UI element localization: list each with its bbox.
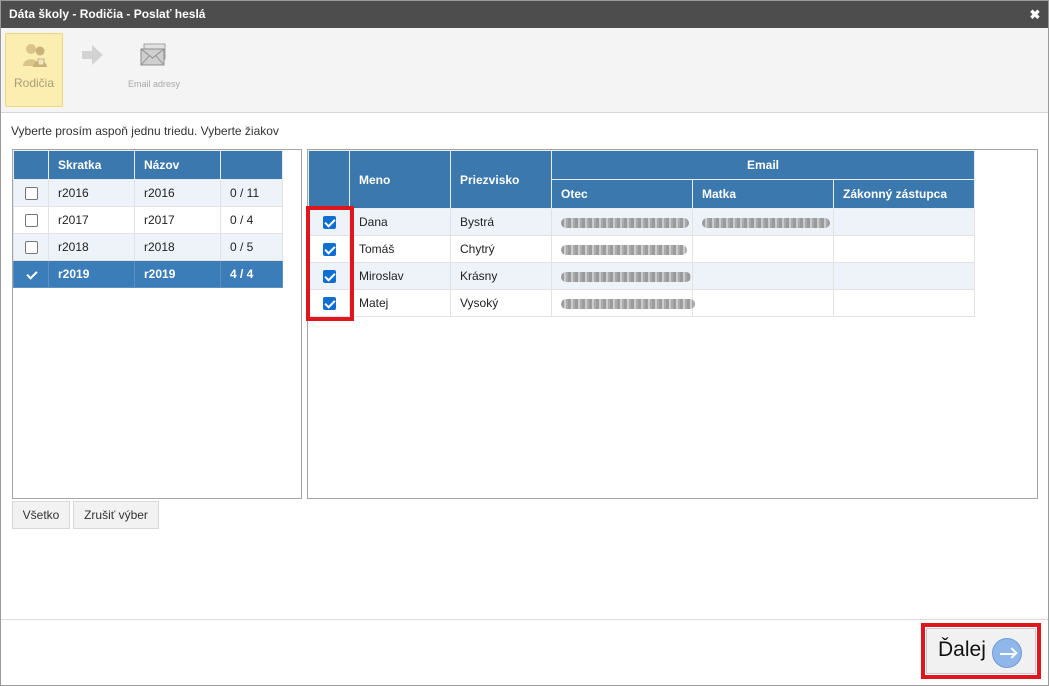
class-row[interactable]: r2016 r2016 0 / 11	[13, 179, 283, 207]
students-table: Meno Priezvisko Email Otec Matka Zákonný…	[308, 150, 976, 317]
classes-header-count	[220, 150, 283, 180]
send-passwords-dialog: Dáta školy - Rodičia - Poslať heslá ✖ Ro…	[0, 0, 1049, 686]
students-header-mother[interactable]: Matka	[692, 179, 834, 209]
guardian-email	[832, 289, 976, 317]
students-panel: Meno Priezvisko Email Otec Matka Zákonný…	[307, 149, 1038, 499]
class-checkbox[interactable]	[24, 214, 38, 228]
wizard-step-email[interactable]: Email adresy	[121, 33, 187, 107]
wizard-toolbar: Rodičia Email adresy	[1, 28, 1048, 113]
redacted-email	[561, 244, 687, 255]
father-email	[551, 235, 693, 263]
classes-header-name[interactable]: Názov	[134, 150, 221, 180]
father-email	[551, 289, 695, 317]
students-header-email: Email	[550, 150, 976, 180]
class-row[interactable]: r2017 r2017 0 / 4	[13, 206, 283, 234]
students-header-guardian[interactable]: Zákonný zástupca	[832, 179, 976, 209]
class-row[interactable]: r2019 r2019 4 / 4	[13, 260, 283, 288]
close-icon[interactable]: ✖	[1029, 1, 1041, 28]
redacted-email	[702, 217, 830, 228]
select-all-button[interactable]: Všetko	[12, 501, 70, 529]
instruction-text: Vyberte prosím aspoň jednu triedu. Vyber…	[11, 124, 279, 138]
guardian-email	[832, 262, 976, 290]
classes-panel: Skratka Názov r2016 r2016 0 / 11 r2017 r…	[12, 149, 302, 499]
class-name: r2017	[134, 206, 221, 234]
class-name: r2019	[134, 260, 221, 288]
class-name: r2016	[134, 179, 221, 207]
student-row[interactable]: Matej Vysoký	[308, 289, 976, 317]
redacted-email	[561, 271, 691, 282]
student-first-name: Miroslav	[349, 262, 451, 290]
students-header-father[interactable]: Otec	[551, 179, 693, 209]
class-short: r2018	[48, 233, 135, 261]
wizard-step-parents[interactable]: Rodičia	[5, 33, 63, 107]
student-last-name: Krásny	[450, 262, 552, 290]
class-count: 0 / 11	[220, 179, 283, 207]
student-row[interactable]: Miroslav Krásny	[308, 262, 976, 290]
class-count: 4 / 4	[220, 260, 283, 288]
classes-table: Skratka Názov r2016 r2016 0 / 11 r2017 r…	[13, 150, 283, 288]
arrow-right-icon	[82, 45, 103, 65]
class-checkbox[interactable]	[24, 268, 38, 282]
students-header-first[interactable]: Meno	[349, 150, 451, 209]
class-short: r2019	[48, 260, 135, 288]
wizard-step-parents-label: Rodičia	[13, 76, 55, 90]
student-last-name: Bystrá	[450, 208, 552, 236]
mother-email	[692, 208, 834, 236]
mother-email	[692, 262, 834, 290]
wizard-step-email-label: Email adresy	[127, 79, 181, 89]
student-first-name: Tomáš	[349, 235, 451, 263]
guardian-email	[832, 208, 976, 236]
class-count: 0 / 5	[220, 233, 283, 261]
father-email	[551, 262, 693, 290]
class-checkbox[interactable]	[24, 241, 38, 255]
envelope-icon	[140, 43, 166, 66]
students-header-check	[308, 150, 350, 209]
footer-divider	[1, 619, 1048, 620]
dialog-title: Dáta školy - Rodičia - Poslať heslá	[9, 7, 206, 21]
next-button-highlight-frame	[921, 623, 1041, 679]
student-last-name: Chytrý	[450, 235, 552, 263]
class-row[interactable]: r2018 r2018 0 / 5	[13, 233, 283, 261]
students-header-last[interactable]: Priezvisko	[450, 150, 552, 209]
title-bar: Dáta školy - Rodičia - Poslať heslá ✖	[1, 1, 1048, 28]
class-count: 0 / 4	[220, 206, 283, 234]
classes-header-check	[13, 150, 49, 180]
student-first-name: Matej	[349, 289, 451, 317]
clear-selection-button[interactable]: Zrušiť výber	[73, 501, 159, 529]
student-first-name: Dana	[349, 208, 451, 236]
class-checkbox[interactable]	[24, 187, 38, 201]
checkbox-highlight-frame	[306, 206, 354, 321]
student-row[interactable]: Tomáš Chytrý	[308, 235, 976, 263]
student-last-name: Vysoký	[450, 289, 552, 317]
redacted-email	[561, 217, 689, 228]
mother-email	[692, 289, 834, 317]
father-email	[551, 208, 693, 236]
parents-icon	[23, 44, 47, 67]
student-row[interactable]: Dana Bystrá	[308, 208, 976, 236]
classes-header-short[interactable]: Skratka	[48, 150, 135, 180]
mother-email	[692, 235, 834, 263]
class-short: r2017	[48, 206, 135, 234]
guardian-email	[832, 235, 976, 263]
redacted-email	[561, 298, 695, 309]
class-name: r2018	[134, 233, 221, 261]
class-short: r2016	[48, 179, 135, 207]
